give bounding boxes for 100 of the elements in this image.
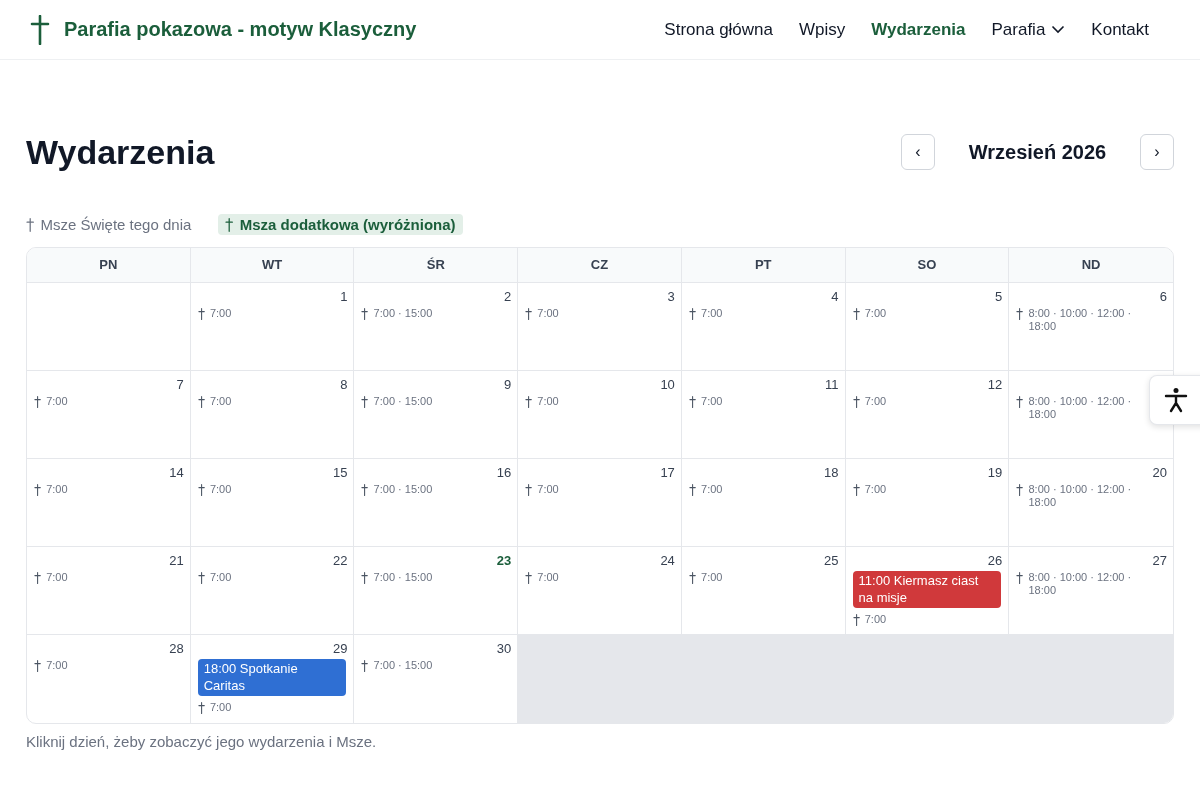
day-cell[interactable]: 18 7:00 [681,459,846,547]
day-number: 10 [660,377,675,392]
previous-month-button[interactable]: ‹ [901,134,935,170]
day-cell[interactable]: 23 7:00 · 15:00 [354,547,519,635]
day-number: 7 [176,377,184,392]
mass-times: 7:00 [864,395,887,408]
day-cell[interactable]: 2 7:00 · 15:00 [354,283,519,371]
mass-times: 7:00 [537,307,559,320]
cross-icon [852,308,860,320]
nav-link[interactable]: Wpisy [799,19,846,40]
weekday-header: PT [681,248,846,283]
mass-times: 7:00 [701,307,723,320]
cross-icon [197,702,205,714]
nav-link[interactable]: Kontakt [1091,19,1149,40]
cross-icon [525,572,533,584]
day-cell[interactable]: 16 7:00 · 15:00 [354,459,519,547]
mass-times: 7:00 [46,659,68,672]
cross-icon [34,396,42,408]
day-number: 16 [496,465,512,480]
day-cell[interactable]: 20 8:00 · 10:00 · 12:00 · 18:00 [1009,459,1173,547]
mass-times: 8:00 · 10:00 · 12:00 · 18:00 [1028,307,1133,333]
day-cell[interactable]: 12 7:00 [845,371,1010,459]
day-cell[interactable]: 29 18:00 Spotkanie Caritas 7:00 [190,635,355,723]
next-month-button[interactable]: › [1140,134,1174,170]
nav-link[interactable]: Strona główna [664,19,773,40]
day-cell[interactable]: 9 7:00 · 15:00 [354,371,519,459]
cross-icon [688,572,697,584]
day-cell[interactable]: 26 11:00 Kiermasz ciast na misje 7:00 [845,547,1010,635]
mass-times: 7:00 [209,571,232,584]
day-number: 27 [1152,553,1167,568]
day-number: 19 [987,465,1003,480]
day-cell[interactable]: 17 7:00 [518,459,682,547]
cross-icon [852,614,860,626]
day-cell[interactable]: 5 7:00 [845,283,1010,371]
event-chip[interactable]: 11:00 Kiermasz ciast na misje [852,571,1002,608]
mass-times: 7:00 · 15:00 [373,307,433,320]
day-number: 29 [332,641,348,656]
day-cell[interactable]: 1 7:00 [190,283,355,371]
nav-link[interactable]: Parafia [991,19,1066,40]
day-number: 21 [169,553,184,568]
day-cell[interactable]: 11 7:00 [681,371,846,459]
day-number: 18 [824,465,839,480]
day-number: 8 [340,377,348,392]
cross-icon [225,217,234,232]
month-label: Wrzesień 2026 [967,140,1108,164]
mass-times: 7:00 [537,395,559,408]
day-cell[interactable]: 19 7:00 [845,459,1010,547]
hint-text: Kliknij dzień, żeby zobaczyć jego wydarzenia i Msze. [26,733,378,750]
mass-times: 7:00 [209,701,232,714]
mass-times: 7:00 [209,483,232,496]
day-number: 9 [503,377,512,392]
accessibility-button[interactable] [1149,375,1200,425]
day-cell[interactable]: 7 7:00 [27,371,191,459]
mass-times: 7:00 [701,395,723,408]
day-number: 22 [332,553,348,568]
day-cell[interactable]: 21 7:00 [27,547,191,635]
cross-icon [197,484,205,496]
cross-icon [361,572,369,584]
day-number: 5 [995,289,1003,304]
mass-times: 7:00 [701,483,723,496]
cross-icon [34,484,42,496]
cross-icon [361,308,369,320]
day-number: 3 [667,289,675,304]
cross-icon [1016,308,1024,320]
mass-times: 7:00 [537,571,559,584]
cross-icon [30,14,50,45]
cross-icon [688,308,697,320]
day-cell[interactable]: 28 7:00 [27,635,191,723]
event-chip[interactable]: 18:00 Spotkanie Caritas [197,659,347,696]
day-cell[interactable]: 8 7:00 [190,371,355,459]
day-number: 25 [824,553,839,568]
mass-times: 7:00 · 15:00 [373,395,433,408]
weekday-header: PN [27,248,191,283]
mass-times: 7:00 · 15:00 [373,659,433,672]
site-title[interactable]: Parafia pokazowa - motyw Klasyczny [64,18,417,41]
mass-times: 7:00 [537,483,559,496]
cross-icon [361,660,369,672]
mass-times: 7:00 [864,613,887,626]
day-number: 6 [1159,289,1167,304]
cross-icon [361,396,369,408]
mass-times: 7:00 [209,395,232,408]
day-cell[interactable]: 6 8:00 · 10:00 · 12:00 · 18:00 [1009,283,1173,371]
weekday-header: CZ [518,248,682,283]
day-number: 15 [332,465,348,480]
day-number: 2 [503,289,512,304]
day-cell[interactable]: 10 7:00 [518,371,682,459]
day-cell[interactable]: 22 7:00 [190,547,355,635]
day-number: 26 [987,553,1003,568]
day-cell[interactable]: 3 7:00 [518,283,682,371]
day-cell[interactable]: 15 7:00 [190,459,355,547]
day-cell[interactable]: 14 7:00 [27,459,191,547]
day-number: 11 [825,377,839,392]
mass-times: 7:00 [46,395,68,408]
weekday-header: ŚR [354,248,519,283]
cross-icon [1016,484,1024,496]
day-number: 28 [169,641,184,656]
nav-link[interactable]: Wydarzenia [871,19,966,40]
day-number: 30 [496,641,512,656]
mass-times: 8:00 · 10:00 · 12:00 · 18:00 [1028,483,1133,509]
day-cell[interactable]: 4 7:00 [681,283,846,371]
